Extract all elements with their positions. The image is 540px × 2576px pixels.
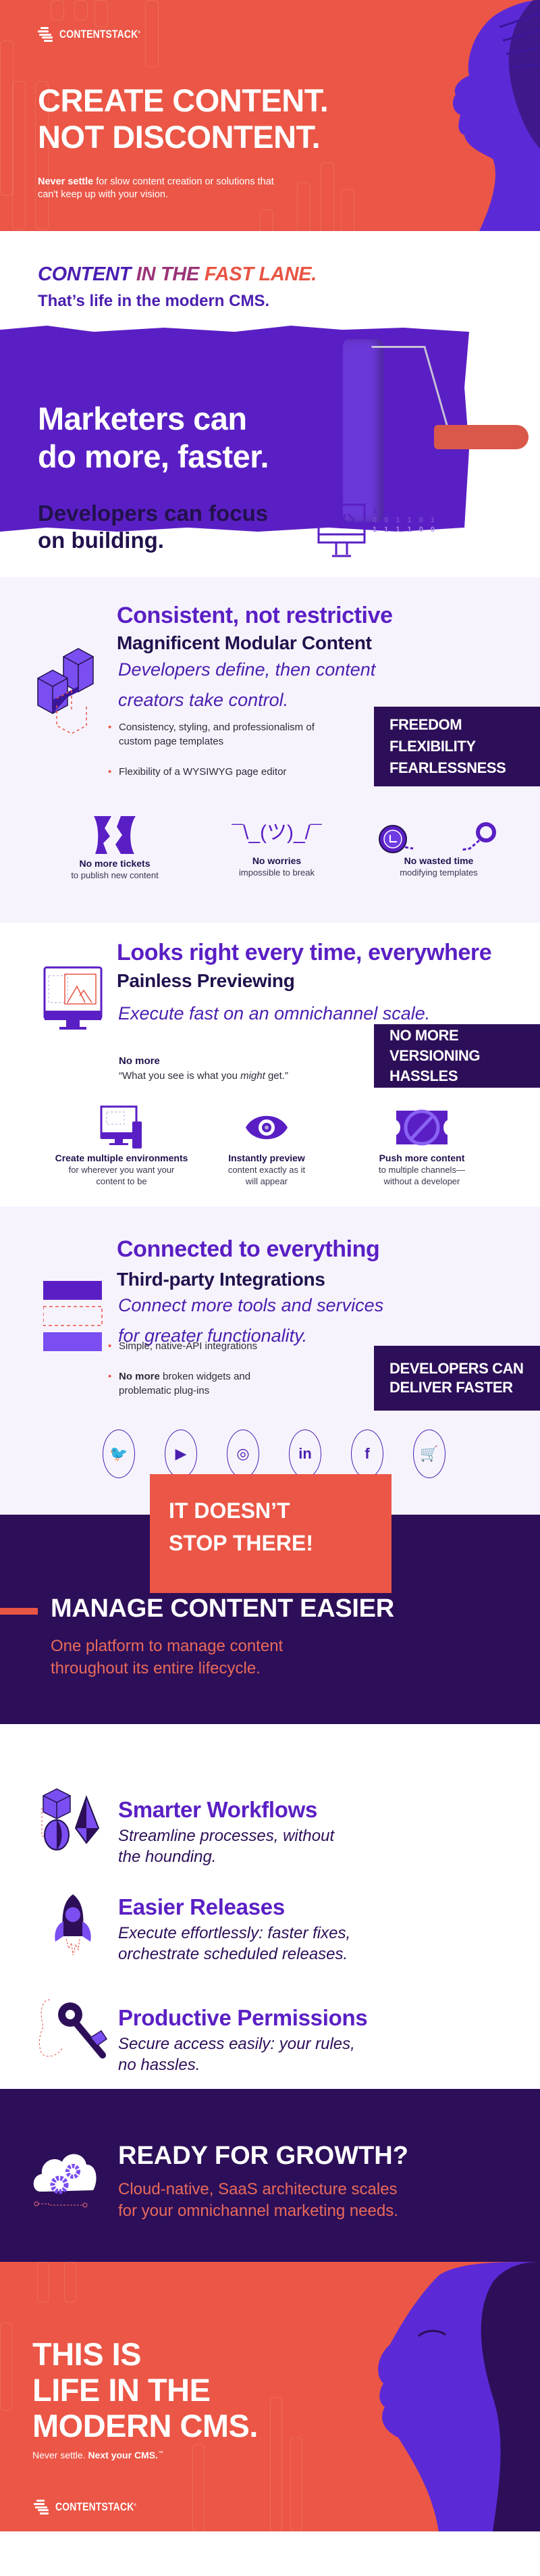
- contentstack-logo[interactable]: CONTENTSTACK®: [34, 2500, 154, 2515]
- feature-push-content: Push more content to multiple channels—w…: [364, 1105, 479, 1187]
- integrations-section: Connected to everything Third-party Inte…: [0, 1207, 540, 1515]
- youtube-icon[interactable]: ▶: [165, 1430, 197, 1478]
- manage-title: MANAGE CONTENT EASIER: [51, 1594, 394, 1623]
- logo-wordmark: CONTENTSTACK®: [55, 2500, 137, 2513]
- feature-bullets: Consistency, styling, and professionalis…: [108, 720, 338, 795]
- marketers-headline: Marketers can do more, faster.: [38, 401, 269, 474]
- section-heading: Looks right every time, everywhere: [117, 940, 492, 965]
- logo-mark-icon: [34, 2500, 50, 2515]
- contentstack-logo[interactable]: CONTENTSTACK®: [38, 27, 158, 42]
- workflows-section: Smarter Workflows Streamline processes, …: [0, 1724, 540, 2089]
- accent-bar: [0, 1608, 38, 1615]
- modular-blocks-icon: [37, 648, 94, 734]
- hero-subtitle: Never settle for slow content creation o…: [38, 176, 274, 200]
- footer-title: THIS IS LIFE IN THE MODERN CMS.: [32, 2336, 258, 2444]
- callout-box: DEVELOPERS CAN DELIVER FASTER: [374, 1346, 540, 1411]
- section-subheading: Painless Previewing: [117, 970, 295, 991]
- infographic: CONTENTSTACK® CREATE CONTENT. NOT DISCON…: [0, 0, 540, 2531]
- integration-icons: 🐦 ▶ ◎ in f 🛒: [103, 1430, 446, 1478]
- woman-portrait-image: [378, 2262, 540, 2531]
- feature-multiple-environments: Create multiple environments for whereve…: [40, 1105, 202, 1187]
- developers-headline: Developers can focus on building.: [38, 501, 269, 553]
- callout-box: NO MORE VERSIONING HASSLES: [374, 1024, 540, 1088]
- eye-icon: [246, 1115, 288, 1140]
- footer-hero-section: THIS IS LIFE IN THE MODERN CMS. Never sett…: [0, 2262, 540, 2531]
- binary-row: 0 0 1 1 0 1: [373, 516, 437, 524]
- workflow-description: Streamline processes, without the houndin…: [118, 1827, 335, 1866]
- no-more-text: No more “What you see is what you might …: [119, 1055, 288, 1082]
- callout-box: FREEDOM FLEXIBILITY FEARLESSNESS: [374, 707, 540, 786]
- fast-lane-title: CONTENT IN THE FAST LANE.: [38, 263, 317, 285]
- logo-mark-icon: [38, 27, 54, 42]
- woman-portrait-image: [452, 0, 540, 231]
- feature-no-wasted-time: No wasted time modifying templates: [364, 820, 513, 878]
- devices-icon: [100, 1105, 142, 1148]
- feature-no-tickets: No more tickets to publish new content: [40, 815, 189, 881]
- bullet-item: No more broken widgets and problematic p…: [108, 1369, 304, 1398]
- facebook-icon[interactable]: f: [351, 1430, 383, 1478]
- shrug-icon: ¯\_(ツ)_/¯: [232, 822, 322, 844]
- section-subheading: Third-party Integrations: [117, 1269, 325, 1290]
- section-heading: Connected to everything: [117, 1236, 380, 1262]
- logo-wordmark: CONTENTSTACK®: [59, 28, 141, 41]
- workflow-title: Smarter Workflows: [118, 1797, 318, 1822]
- cloud-gears-icon: [33, 2154, 97, 2208]
- shapes-icon: [41, 1788, 100, 1850]
- feature-instant-preview: Instantly preview content exactly as it …: [216, 1105, 317, 1187]
- feature-bullets: Simple, native-API integrations No more …: [108, 1339, 304, 1414]
- twitter-icon[interactable]: 🐦: [103, 1430, 135, 1478]
- workflow-description: Execute effortlessly: faster fixes, orche…: [118, 1924, 351, 1963]
- code-monitor-icon: 1 0 1 0 1 0 0 0 1 1 0 1 1 1 1 1 0 0: [317, 503, 437, 557]
- hero-title: CREATE CONTENT. NOT DISCONTENT.: [38, 82, 329, 155]
- preview-monitor-icon: [43, 966, 103, 1030]
- section-subheading: Magnificent Modular Content: [117, 632, 372, 653]
- integration-stack-icon: [43, 1281, 103, 1351]
- instagram-icon[interactable]: ◎: [227, 1430, 259, 1478]
- workflow-title: Easier Releases: [118, 1894, 285, 1919]
- bullet-item: Flexibility of a WYSIWYG page editor: [108, 765, 338, 779]
- bullet-item: Simple, native-API integrations: [108, 1339, 304, 1353]
- clock-handcuff-icon: [379, 822, 496, 853]
- growth-description: Cloud-native, SaaS architecture scales fo…: [118, 2180, 398, 2220]
- it-doesnt-stop-badge: IT DOESN’T STOP THERE!: [150, 1474, 392, 1593]
- manage-subtitle: One platform to manage content throughout…: [51, 1637, 284, 1677]
- footer-tagline: Never settle. Next your CMS.™: [32, 2450, 163, 2460]
- workflow-title: Productive Permissions: [118, 2005, 368, 2030]
- key-icon: [38, 1999, 108, 2059]
- roller-handle: [434, 425, 529, 449]
- section-heading: Consistent, not restrictive: [117, 603, 393, 628]
- hero-section: CONTENTSTACK® CREATE CONTENT. NOT DISCON…: [0, 0, 540, 231]
- binary-row: 1 0 1 0 1 0: [373, 507, 437, 515]
- bullet-item: Consistency, styling, and professionalis…: [108, 720, 338, 749]
- linkedin-icon[interactable]: in: [289, 1430, 321, 1478]
- no-ticket-icon: [396, 1109, 448, 1146]
- growth-title: READY FOR GROWTH?: [118, 2142, 408, 2170]
- section-lede: Developers define, then content creators …: [118, 659, 376, 710]
- binary-row: 1 1 1 1 0 0: [373, 526, 437, 534]
- fast-lane-subtitle: That’s life in the modern CMS.: [38, 292, 270, 310]
- growth-section: READY FOR GROWTH? Cloud-native, SaaS arc…: [0, 2089, 540, 2262]
- modular-content-section: Consistent, not restrictive Magnificent …: [0, 577, 540, 923]
- rocket-icon: [55, 1894, 91, 1956]
- manage-content-section: IT DOESN’T STOP THERE! MANAGE CONTENT EAS…: [0, 1474, 540, 1724]
- fast-lane-section: CONTENT IN THE FAST LANE. That’s life in…: [0, 231, 540, 577]
- painless-previewing-section: Looks right every time, everywhere Painl…: [0, 923, 540, 1207]
- torn-ticket-icon: [94, 816, 136, 854]
- workflow-description: Secure access easily: your rules, no hass…: [118, 2035, 355, 2074]
- feature-no-worries: ¯\_(ツ)_/¯ No worries impossible to break: [202, 822, 351, 878]
- shopping-cart-icon[interactable]: 🛒: [413, 1430, 446, 1478]
